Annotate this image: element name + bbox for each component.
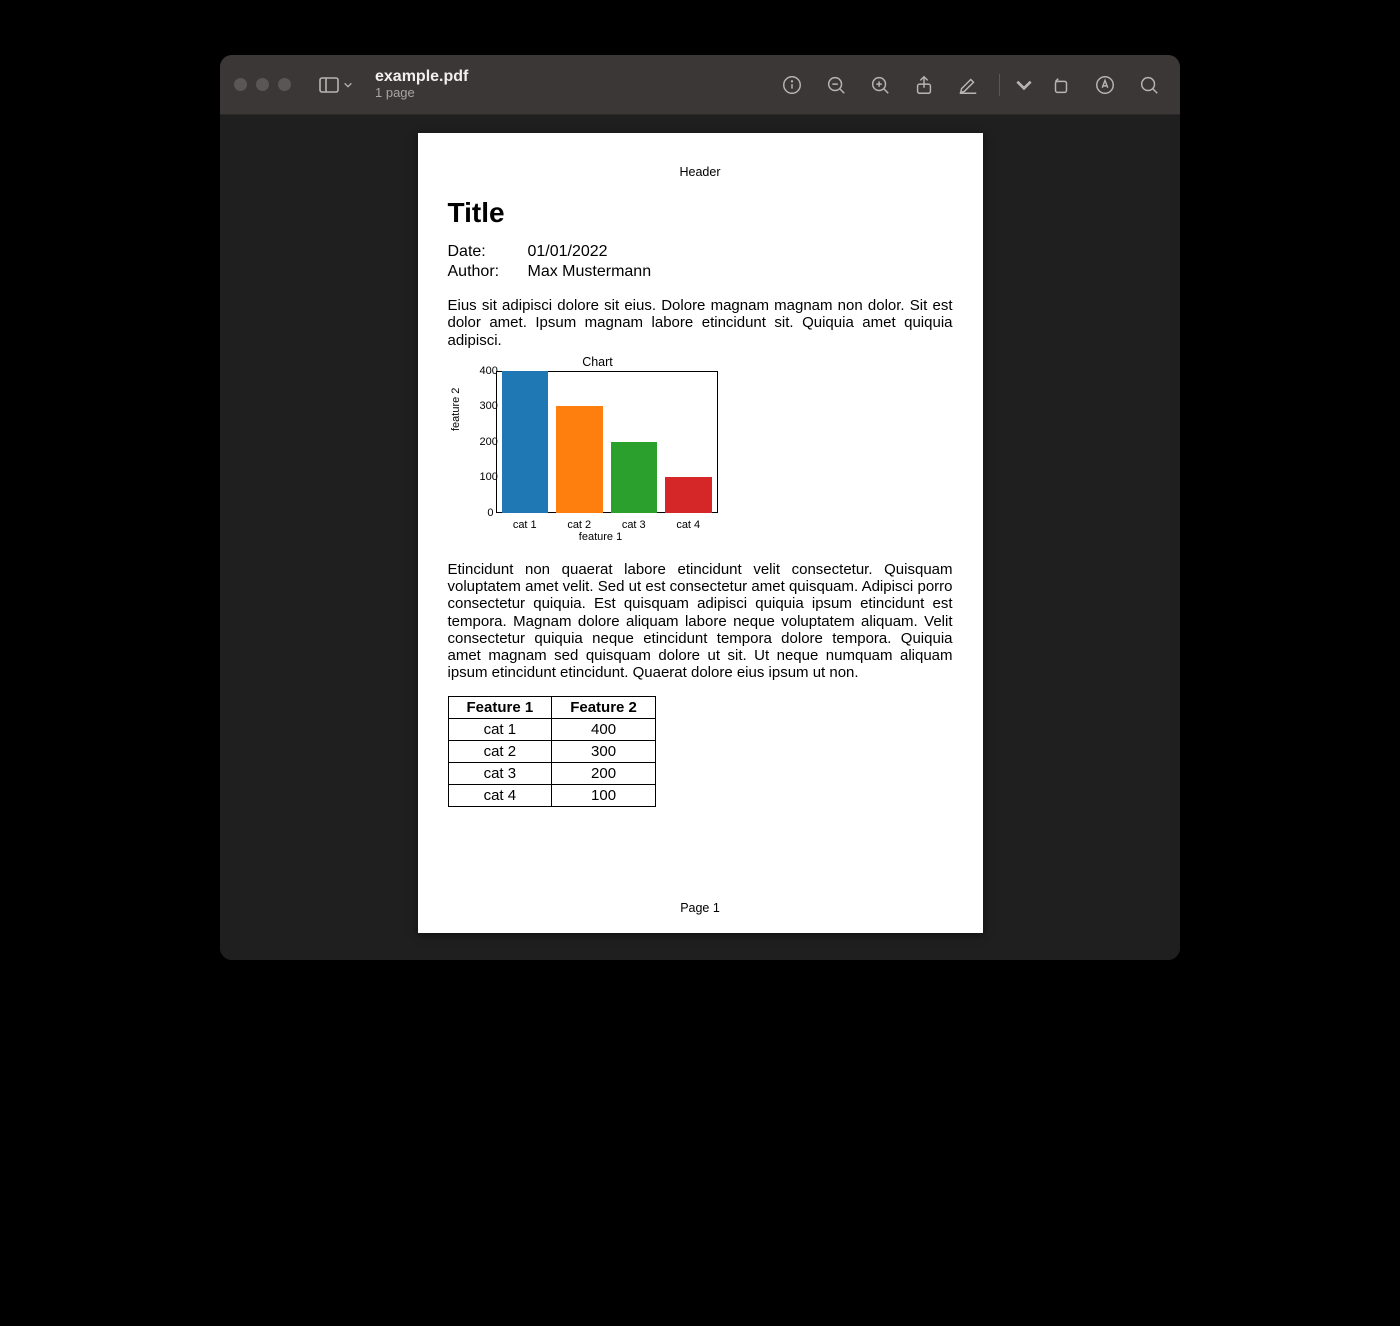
document-viewport[interactable]: Header Title Date: 01/01/2022 Author: Ma… xyxy=(220,115,1180,960)
table-cell: 200 xyxy=(552,762,656,784)
sidebar-toggle-button[interactable] xyxy=(317,73,353,97)
table-row: cat 3200 xyxy=(448,762,655,784)
table-cell: 100 xyxy=(552,784,656,806)
info-icon xyxy=(781,74,803,96)
chart-plot-area: feature 2 cat 1cat 2cat 3cat 4 010020030… xyxy=(484,371,718,531)
window-controls xyxy=(234,78,291,91)
chart-xtick: cat 1 xyxy=(502,519,549,531)
chart-title: Chart xyxy=(478,355,718,369)
rotate-icon xyxy=(1050,74,1072,96)
table-header-cell: Feature 2 xyxy=(552,696,656,718)
chart-bar xyxy=(556,406,603,513)
paragraph-1: Eius sit adipisci dolore sit eius. Dolor… xyxy=(448,297,953,349)
markup-more-button[interactable] xyxy=(1014,68,1034,102)
markup-button[interactable] xyxy=(951,68,985,102)
author-value: Max Mustermann xyxy=(528,263,953,281)
date-value: 01/01/2022 xyxy=(528,243,953,261)
toolbar-separator xyxy=(999,74,1000,96)
zoom-in-icon xyxy=(869,74,891,96)
document-title-group: example.pdf 1 page xyxy=(375,68,468,101)
chart-ytick: 100 xyxy=(480,471,494,483)
date-label: Date: xyxy=(448,243,528,261)
zoom-out-button[interactable] xyxy=(819,68,853,102)
chart-ytick: 0 xyxy=(480,507,494,519)
titlebar: example.pdf 1 page xyxy=(220,55,1180,115)
document-page-count: 1 page xyxy=(375,86,468,101)
table-row: cat 4100 xyxy=(448,784,655,806)
share-button[interactable] xyxy=(907,68,941,102)
document-filename: example.pdf xyxy=(375,68,468,86)
chart-xtick: cat 2 xyxy=(556,519,603,531)
preview-window: example.pdf 1 page xyxy=(220,55,1180,960)
author-label: Author: xyxy=(448,263,528,281)
table-cell: cat 3 xyxy=(448,762,552,784)
chart-ytick: 300 xyxy=(480,400,494,412)
chart-ytick: 400 xyxy=(480,365,494,377)
chart-bar xyxy=(665,477,712,513)
table-cell: cat 1 xyxy=(448,718,552,740)
pencil-icon xyxy=(957,74,979,96)
search-button[interactable] xyxy=(1132,68,1166,102)
page-header: Header xyxy=(448,165,953,179)
table-cell: cat 2 xyxy=(448,740,552,762)
page-title: Title xyxy=(448,197,953,229)
zoom-out-icon xyxy=(825,74,847,96)
chart-xtick: cat 3 xyxy=(611,519,658,531)
highlighter-icon xyxy=(1094,74,1116,96)
highlight-button[interactable] xyxy=(1088,68,1122,102)
minimize-window-button[interactable] xyxy=(256,78,269,91)
chevron-down-icon xyxy=(343,80,353,90)
pdf-page: Header Title Date: 01/01/2022 Author: Ma… xyxy=(418,133,983,933)
table-row: cat 1400 xyxy=(448,718,655,740)
table-cell: 300 xyxy=(552,740,656,762)
metadata-block: Date: 01/01/2022 Author: Max Mustermann xyxy=(448,243,953,281)
info-button[interactable] xyxy=(775,68,809,102)
chart-ylabel: feature 2 xyxy=(450,387,462,430)
close-window-button[interactable] xyxy=(234,78,247,91)
table-row: cat 2300 xyxy=(448,740,655,762)
paragraph-2: Etincidunt non quaerat labore etincidunt… xyxy=(448,561,953,682)
fullscreen-window-button[interactable] xyxy=(278,78,291,91)
table-cell: 400 xyxy=(552,718,656,740)
table-cell: cat 4 xyxy=(448,784,552,806)
sidebar-icon xyxy=(317,73,341,97)
chart-xtick: cat 4 xyxy=(665,519,712,531)
chart: Chart feature 2 cat 1 cat 2 cat 3 cat 4 0 10… xyxy=(448,355,718,543)
zoom-in-button[interactable] xyxy=(863,68,897,102)
rotate-button[interactable] xyxy=(1044,68,1078,102)
chart-bar xyxy=(502,371,549,513)
page-footer: Page 1 xyxy=(418,901,983,915)
chart-xlabel: feature 1 xyxy=(484,531,718,543)
data-table: Feature 1Feature 2 cat 1400cat 2300cat 3… xyxy=(448,696,656,807)
search-icon xyxy=(1138,74,1160,96)
chevron-down-icon xyxy=(1014,74,1034,96)
share-icon xyxy=(913,74,935,96)
chart-ytick: 200 xyxy=(480,436,494,448)
table-header-cell: Feature 1 xyxy=(448,696,552,718)
chart-bar xyxy=(611,442,658,513)
